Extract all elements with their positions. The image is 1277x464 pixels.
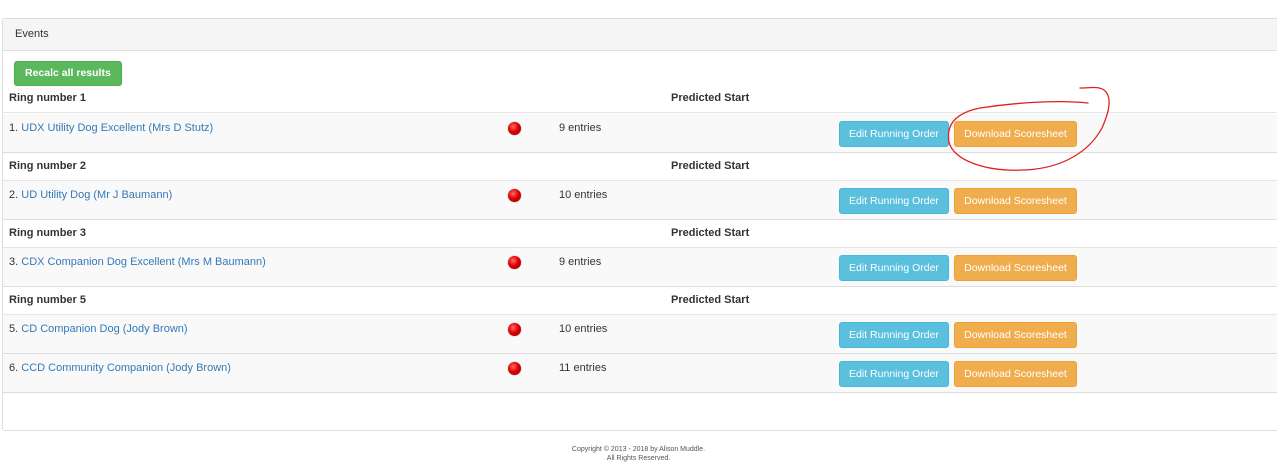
ring-name: Ring number 3 [9, 227, 87, 239]
panel-title: Events [3, 19, 1277, 51]
class-number: 1. [9, 122, 19, 134]
class-link[interactable]: UDX Utility Dog Excellent (Mrs D Stutz) [21, 122, 213, 134]
red-status-dot-icon [508, 362, 521, 375]
class-link[interactable]: CCD Community Companion (Jody Brown) [21, 362, 231, 374]
entries-count: 10 entries [559, 189, 608, 201]
ring-header-3: Ring number 3 Predicted Start [3, 220, 1277, 248]
class-link[interactable]: CDX Companion Dog Excellent (Mrs M Bauma… [21, 256, 266, 268]
edit-running-order-button[interactable]: Edit Running Order [839, 322, 949, 348]
predicted-start-header: Predicted Start [671, 160, 750, 172]
entries-count: 9 entries [559, 256, 602, 268]
footer: Copyright © 2013 - 2018 by Alison Muddle… [0, 445, 1277, 463]
footer-copyright: Copyright © 2013 - 2018 by Alison Muddle… [571, 446, 706, 453]
download-scoresheet-button[interactable]: Download Scoresheet [954, 121, 1077, 147]
entries-count: 11 entries [559, 362, 607, 374]
red-status-dot-icon [508, 122, 521, 135]
class-link[interactable]: CD Companion Dog (Jody Brown) [21, 323, 187, 335]
download-scoresheet-button[interactable]: Download Scoresheet [954, 322, 1077, 348]
edit-running-order-button[interactable]: Edit Running Order [839, 361, 949, 387]
class-number: 3. [9, 256, 19, 268]
entries-count: 9 entries [559, 122, 602, 134]
class-row: 5. CD Companion Dog (Jody Brown) 10 entr… [3, 315, 1277, 354]
class-number: 5. [9, 323, 19, 335]
class-number: 2. [9, 189, 19, 201]
download-scoresheet-button[interactable]: Download Scoresheet [954, 361, 1077, 387]
recalc-all-results-button[interactable]: Recalc all results [14, 61, 122, 86]
predicted-start-header: Predicted Start [671, 92, 750, 104]
class-row: 1. UDX Utility Dog Excellent (Mrs D Stut… [3, 114, 1277, 153]
red-status-dot-icon [508, 256, 521, 269]
predicted-start-header: Predicted Start [671, 294, 750, 306]
class-link[interactable]: UD Utility Dog (Mr J Baumann) [21, 189, 172, 201]
ring-header-2: Ring number 2 Predicted Start [3, 153, 1277, 181]
ring-name: Ring number 1 [9, 92, 87, 104]
ring-name: Ring number 2 [9, 160, 87, 172]
footer-rights: All Rights Reserved. [606, 455, 671, 462]
class-row: 3. CDX Companion Dog Excellent (Mrs M Ba… [3, 248, 1277, 287]
ring-header-5: Ring number 5 Predicted Start [3, 287, 1277, 315]
red-status-dot-icon [508, 323, 521, 336]
edit-running-order-button[interactable]: Edit Running Order [839, 121, 949, 147]
entries-count: 10 entries [559, 323, 608, 335]
class-row: 6. CCD Community Companion (Jody Brown) … [3, 354, 1277, 393]
download-scoresheet-button[interactable]: Download Scoresheet [954, 255, 1077, 281]
class-row: 2. UD Utility Dog (Mr J Baumann) 10 entr… [3, 181, 1277, 220]
download-scoresheet-button[interactable]: Download Scoresheet [954, 188, 1077, 214]
ring-header-1: Ring number 1 Predicted Start [3, 85, 1277, 113]
ring-name: Ring number 5 [9, 294, 87, 306]
class-number: 6. [9, 362, 19, 374]
predicted-start-header: Predicted Start [671, 227, 750, 239]
edit-running-order-button[interactable]: Edit Running Order [839, 255, 949, 281]
events-panel: Events Recalc all results Ring number 1 … [2, 18, 1277, 431]
edit-running-order-button[interactable]: Edit Running Order [839, 188, 949, 214]
red-status-dot-icon [508, 189, 521, 202]
